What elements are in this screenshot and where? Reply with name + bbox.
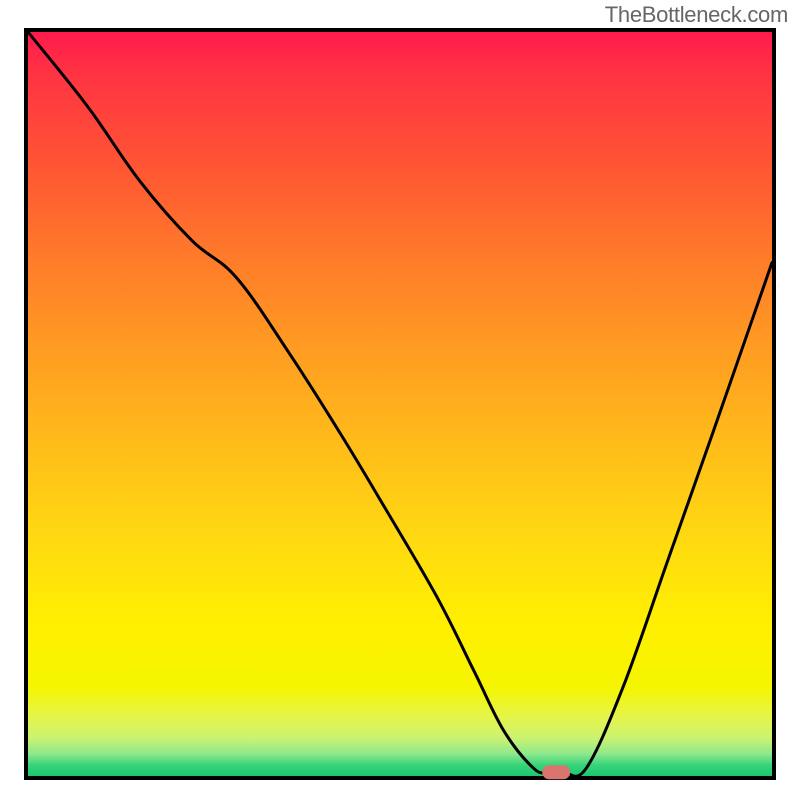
watermark-text: TheBottleneck.com: [605, 2, 788, 28]
bottleneck-curve: [28, 32, 772, 776]
optimal-marker: [542, 765, 570, 779]
chart-svg: [28, 32, 772, 776]
chart-frame: [24, 28, 776, 780]
